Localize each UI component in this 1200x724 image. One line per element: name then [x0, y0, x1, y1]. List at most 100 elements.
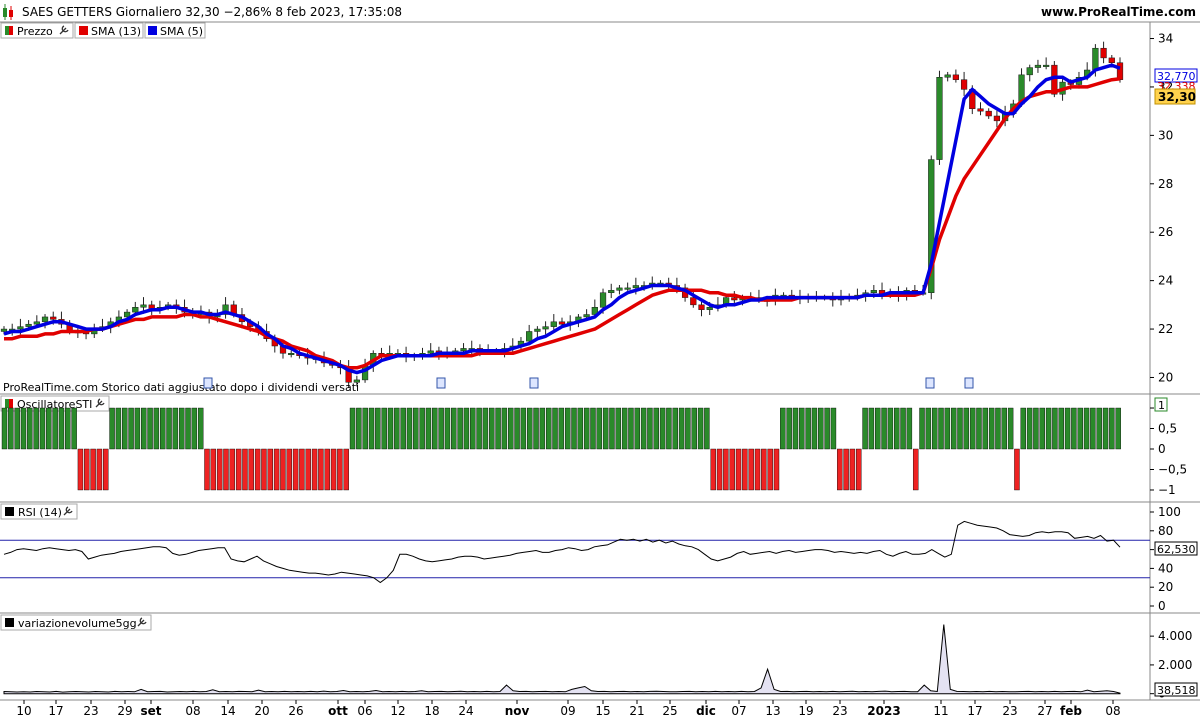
- osc-bar: [457, 407, 463, 450]
- osc-bar: [141, 407, 147, 450]
- osc-bar: [115, 407, 122, 450]
- osc-bar: [526, 407, 533, 450]
- candle: [698, 301, 705, 317]
- rsi-legend: RSI (14): [0, 503, 78, 520]
- osc-bar: [520, 407, 527, 450]
- osc-bar: [596, 407, 603, 450]
- osc-bar: [647, 407, 653, 450]
- osc-bar: [324, 448, 330, 491]
- candle: [534, 326, 541, 339]
- candle: [616, 284, 623, 295]
- rsi-legend-swatch: [5, 507, 14, 516]
- osc-bar: [394, 407, 400, 450]
- osc-bar: [90, 448, 96, 491]
- date-tick-label: set: [140, 704, 161, 718]
- osc-bar: [963, 407, 970, 450]
- osc-bar: [210, 448, 217, 491]
- date-tick-label: 23: [832, 704, 847, 718]
- candle: [714, 297, 722, 312]
- osc-bar: [1045, 407, 1052, 450]
- dividend-icon[interactable]: [436, 377, 446, 389]
- osc-bar: [824, 407, 830, 450]
- osc-bar: [875, 407, 881, 450]
- osc-bar: [432, 407, 438, 450]
- date-tick-label: 11: [933, 704, 948, 718]
- vol-tick-label: 2.000: [1158, 658, 1192, 672]
- osc-bar: [463, 407, 470, 450]
- osc-bar: [881, 407, 887, 450]
- candle: [542, 321, 549, 335]
- candle: [1026, 64, 1033, 82]
- date-tick-label: 17: [967, 704, 982, 718]
- osc-bar: [400, 407, 406, 450]
- sma5-line: [3, 63, 1121, 375]
- osc-bars: [1, 407, 1121, 491]
- osc-bar: [1033, 407, 1039, 450]
- osc-bar: [153, 407, 160, 450]
- legend-sma13: SMA (13): [91, 25, 141, 38]
- date-tick-label: 17: [48, 704, 63, 718]
- osc-bar: [482, 407, 489, 450]
- osc-bar: [147, 407, 153, 450]
- osc-bar: [571, 407, 577, 450]
- candle: [936, 70, 943, 165]
- date-tick-label: 07: [731, 704, 746, 718]
- rsi-value-badge: 62,530: [1157, 543, 1196, 556]
- osc-bar: [489, 407, 495, 450]
- osc-bar: [299, 448, 305, 491]
- date-tick-label: 18: [424, 704, 439, 718]
- date-tick-label: feb: [1060, 704, 1082, 718]
- dividend-icon[interactable]: [925, 377, 935, 389]
- dividend-icon[interactable]: [964, 377, 974, 389]
- date-tick-label: 29: [117, 704, 132, 718]
- dividend-icon[interactable]: [529, 377, 539, 389]
- osc-bar: [773, 448, 780, 491]
- price-legend: Prezzo SMA (13) SMA (5): [0, 22, 206, 39]
- osc-tick-label: 0,5: [1158, 422, 1177, 436]
- osc-bar: [58, 407, 65, 450]
- osc-bar: [621, 407, 628, 450]
- dividend-icon[interactable]: [203, 377, 213, 389]
- osc-bar: [71, 407, 77, 450]
- osc-bar: [229, 448, 236, 491]
- osc-bar: [982, 407, 989, 450]
- osc-bar: [533, 407, 539, 450]
- osc-bar: [1007, 407, 1014, 450]
- rsi-tick-label: 0: [1158, 599, 1166, 613]
- osc-legend-swatch: [5, 399, 9, 408]
- osc-bar: [976, 407, 982, 450]
- rsi-tick-label: 80: [1158, 524, 1173, 538]
- date-tick-label: dic: [696, 704, 716, 718]
- osc-bar: [476, 407, 482, 450]
- osc-bar: [609, 407, 615, 450]
- candle: [419, 347, 426, 360]
- osc-bar: [122, 407, 128, 450]
- candle: [222, 297, 229, 319]
- price-tick-label: 30: [1158, 128, 1173, 142]
- candle: [550, 314, 557, 331]
- osc-bar: [1014, 448, 1020, 491]
- site-url[interactable]: www.ProRealTime.com: [1041, 5, 1196, 19]
- price-tick-label: 20: [1158, 370, 1173, 384]
- osc-bar: [52, 407, 58, 450]
- candle: [977, 102, 984, 116]
- osc-bar: [318, 448, 324, 491]
- osc-bar: [159, 407, 166, 450]
- osc-bar: [862, 407, 868, 450]
- date-tick-label: 19: [798, 704, 813, 718]
- rsi-axis: 100806040200: [1150, 505, 1181, 613]
- osc-bar: [128, 407, 134, 450]
- osc-bar: [653, 407, 659, 450]
- osc-bar: [545, 407, 552, 450]
- osc-bar: [33, 407, 39, 450]
- date-tick-label: 25: [662, 704, 677, 718]
- rsi-tick-label: 40: [1158, 561, 1173, 575]
- osc-bar: [185, 407, 191, 450]
- osc-bar: [444, 407, 451, 450]
- osc-bar: [1, 407, 8, 450]
- osc-bar: [938, 407, 944, 450]
- vol-legend-swatch: [5, 618, 14, 627]
- date-tick-label: 06: [357, 704, 372, 718]
- osc-bar: [280, 448, 286, 491]
- vol-value-badge: 38,518: [1157, 684, 1196, 697]
